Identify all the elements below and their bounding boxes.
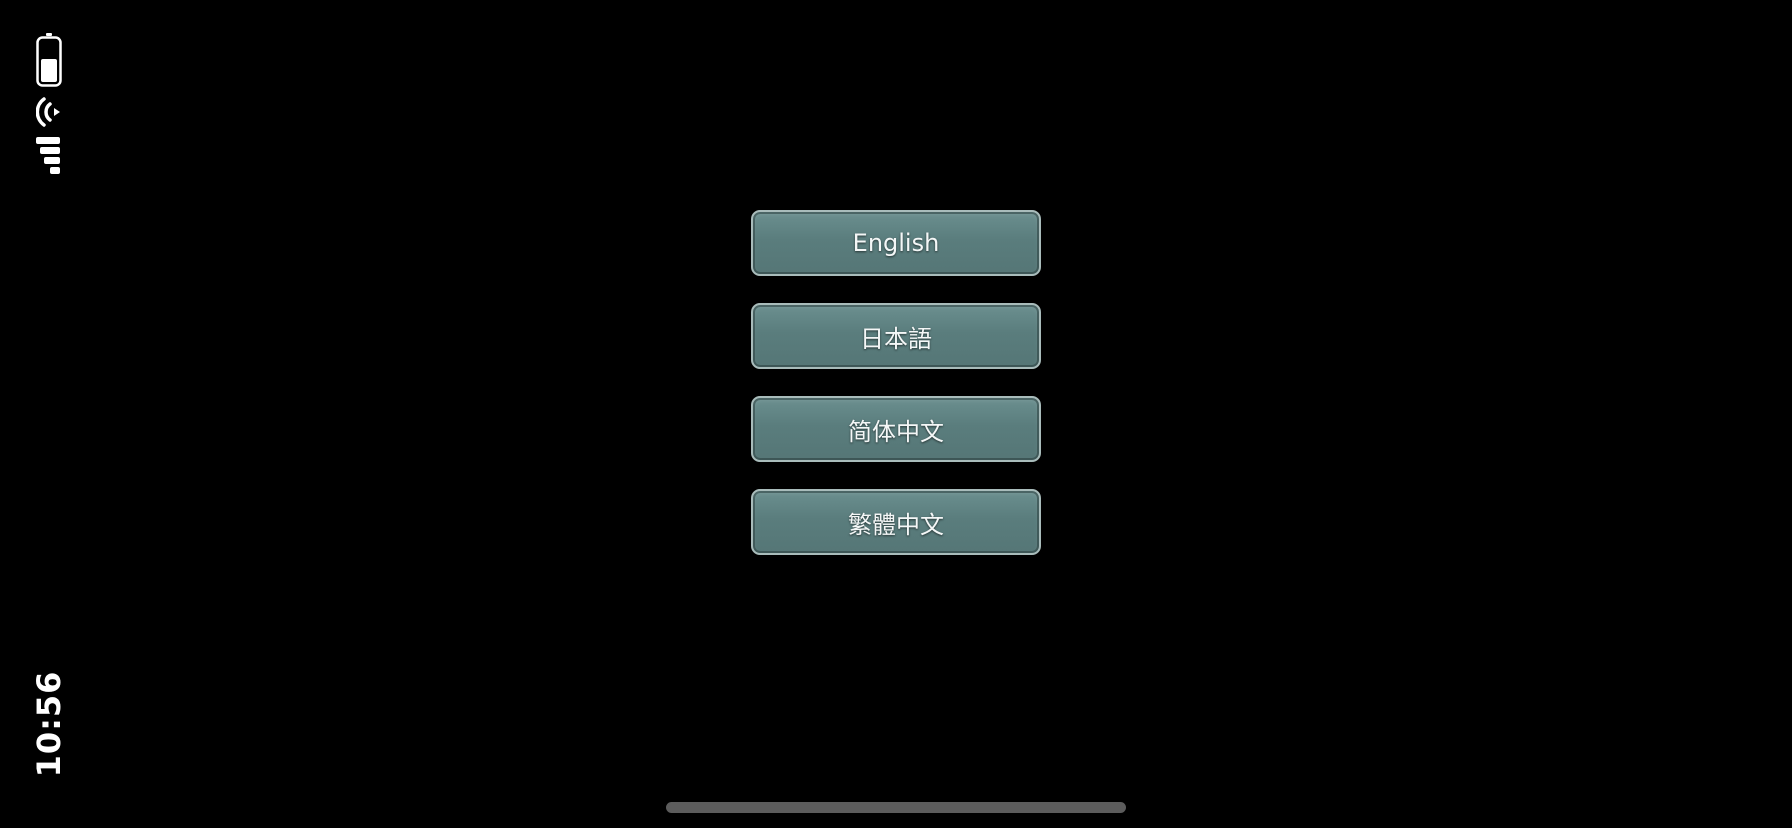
wifi-icon bbox=[36, 97, 60, 127]
language-button-label: 简体中文 bbox=[848, 417, 944, 446]
screen: 10:56 English 日本語 简体中文 繁體中文 bbox=[0, 0, 1792, 828]
language-button-label: 繁體中文 bbox=[848, 510, 944, 539]
language-button-label: English bbox=[852, 229, 940, 257]
language-button-japanese[interactable]: 日本語 bbox=[751, 303, 1041, 369]
language-button-label: 日本語 bbox=[860, 324, 932, 353]
language-button-simplified-chinese[interactable]: 简体中文 bbox=[751, 396, 1041, 462]
cellular-signal-icon bbox=[36, 137, 60, 174]
language-button-traditional-chinese[interactable]: 繁體中文 bbox=[751, 489, 1041, 555]
status-clock: 10:56 bbox=[30, 670, 68, 778]
battery-icon bbox=[36, 33, 62, 87]
status-bar: 10:56 bbox=[0, 0, 100, 828]
home-indicator[interactable] bbox=[666, 802, 1126, 813]
language-menu: English 日本語 简体中文 繁體中文 bbox=[751, 210, 1041, 582]
language-button-english[interactable]: English bbox=[751, 210, 1041, 276]
